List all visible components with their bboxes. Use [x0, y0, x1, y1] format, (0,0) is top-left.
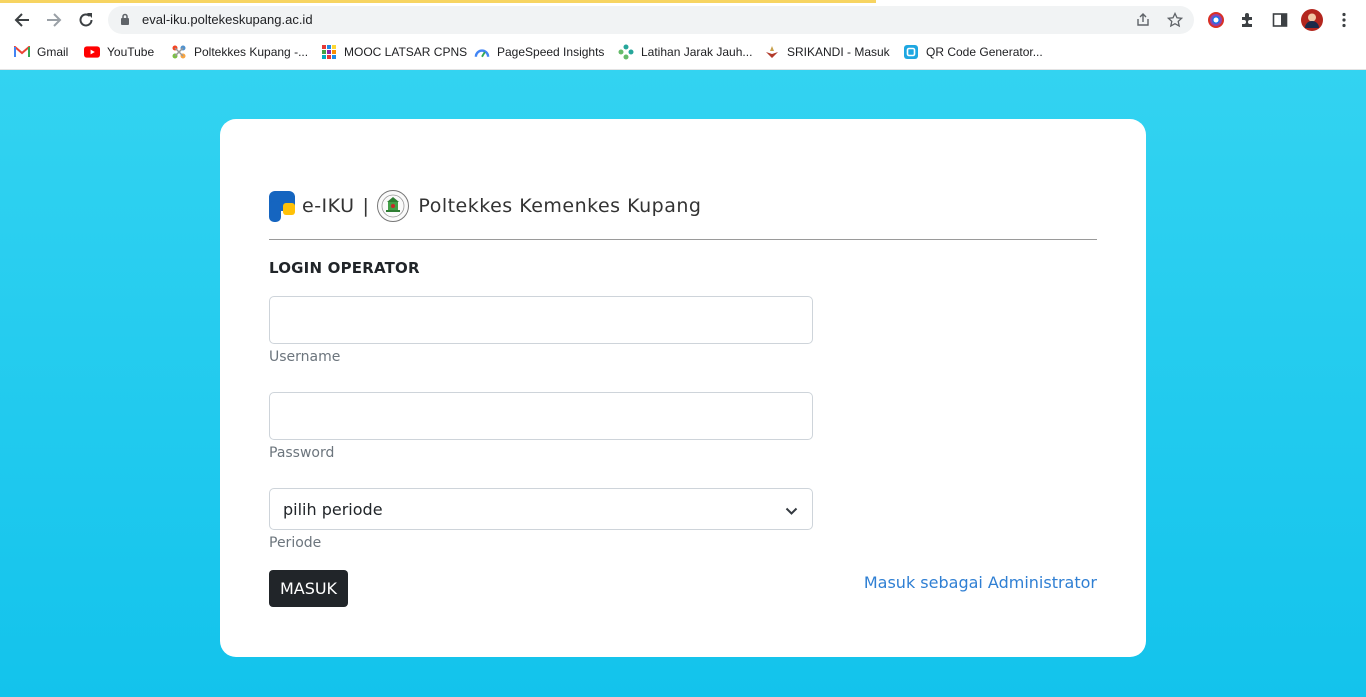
latihan-icon [618, 44, 634, 60]
bookmark-label: Poltekkes Kupang -... [194, 45, 309, 59]
bookmark-label: PageSpeed Insights [497, 45, 605, 59]
periode-select[interactable]: pilih periode [269, 488, 813, 530]
side-panel-icon[interactable] [1269, 9, 1291, 31]
username-input[interactable] [270, 297, 812, 343]
bookmark-gmail[interactable]: Gmail [14, 43, 68, 61]
poltekkes-seal-icon [377, 189, 410, 223]
back-button[interactable] [10, 8, 34, 32]
eiku-logo-icon [269, 190, 295, 222]
bookmark-latihan[interactable]: Latihan Jarak Jauh... [618, 43, 752, 61]
login-heading: LOGIN OPERATOR [269, 259, 420, 277]
gmail-icon [14, 44, 30, 60]
app-name: e-IKU [302, 195, 355, 217]
page-background: e-IKU | Poltekkes Kemenkes Kupang LOGIN … [0, 70, 1366, 697]
admin-login-link[interactable]: Masuk sebagai Administrator [864, 573, 1097, 592]
bookmark-pagespeed[interactable]: PageSpeed Insights [474, 43, 604, 61]
browser-chrome: eval-iku.poltekeskupang.ac.id Gmail YouT… [0, 0, 1366, 70]
bookmarks-bar: Gmail YouTube Poltekkes Kupang -... MOOC… [0, 40, 1366, 64]
password-input[interactable] [270, 393, 812, 439]
bookmark-qrcode[interactable]: QR Code Generator... [903, 43, 1043, 61]
password-field[interactable] [269, 392, 813, 440]
bookmark-youtube[interactable]: YouTube [84, 43, 154, 61]
profile-avatar[interactable] [1301, 9, 1323, 31]
periode-selected-value: pilih periode [283, 500, 383, 519]
srikandi-icon [764, 44, 780, 60]
back-arrow-icon [14, 13, 29, 27]
bookmark-star-icon[interactable] [1166, 11, 1184, 29]
forward-button[interactable] [42, 8, 66, 32]
login-card: e-IKU | Poltekkes Kemenkes Kupang LOGIN … [220, 119, 1146, 657]
joomla-icon [171, 44, 187, 60]
bookmark-label: Latihan Jarak Jauh... [641, 45, 753, 59]
extension-color-icon[interactable] [1205, 9, 1227, 31]
address-bar[interactable]: eval-iku.poltekeskupang.ac.id [108, 6, 1194, 34]
bookmark-label: SRIKANDI - Masuk [787, 45, 890, 59]
brand-separator: | [362, 195, 370, 217]
institution-name: Poltekkes Kemenkes Kupang [418, 195, 702, 217]
bookmark-label: Gmail [37, 45, 69, 59]
bookmark-mooc[interactable]: MOOC LATSAR CPNS [321, 43, 467, 61]
forward-arrow-icon [47, 13, 62, 27]
loading-bar [0, 0, 876, 3]
url-text: eval-iku.poltekeskupang.ac.id [142, 12, 313, 27]
password-label: Password [269, 445, 335, 461]
qrcode-icon [903, 44, 919, 60]
chevron-down-icon [785, 503, 798, 521]
lock-icon [121, 13, 129, 25]
bookmark-srikandi[interactable]: SRIKANDI - Masuk [764, 43, 890, 61]
bookmark-label: YouTube [107, 45, 155, 59]
masuk-button[interactable]: MASUK [269, 570, 348, 607]
bookmark-label: QR Code Generator... [926, 45, 1043, 59]
mooc-icon [321, 44, 337, 60]
share-icon[interactable] [1134, 11, 1152, 29]
bookmark-label: MOOC LATSAR CPNS [344, 45, 468, 59]
reload-icon [79, 13, 93, 27]
youtube-icon [84, 44, 100, 60]
periode-label: Periode [269, 535, 322, 551]
bookmark-poltekkes[interactable]: Poltekkes Kupang -... [171, 43, 308, 61]
browser-menu-icon[interactable] [1333, 9, 1355, 31]
pagespeed-icon [474, 44, 490, 60]
username-label: Username [269, 349, 341, 365]
extensions-puzzle-icon[interactable] [1237, 9, 1259, 31]
reload-button[interactable] [74, 8, 98, 32]
username-field[interactable] [269, 296, 813, 344]
header-divider [269, 239, 1097, 240]
brand-header: e-IKU | Poltekkes Kemenkes Kupang [269, 189, 701, 223]
